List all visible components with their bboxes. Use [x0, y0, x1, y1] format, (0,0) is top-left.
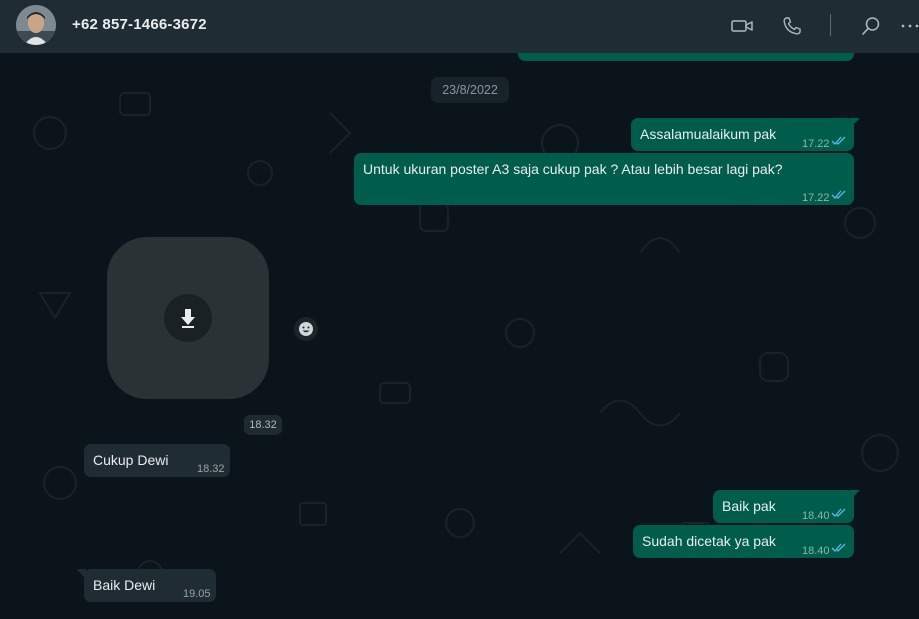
message-time: 18.40 — [802, 545, 830, 557]
message-text: Cukup Dewi — [93, 452, 169, 468]
read-receipt-icon — [831, 190, 846, 199]
media-message[interactable] — [107, 237, 269, 399]
message-bubble-incoming[interactable]: Baik Dewi 19.05 — [84, 569, 216, 602]
chat-header: +62 857-1466-3672 — [0, 0, 919, 53]
message-bubble-outgoing[interactable]: Sudah dicetak ya pak 18.40 — [633, 525, 854, 558]
message-text: Sudah dicetak ya pak — [642, 533, 776, 549]
message-time: 18.32 — [197, 463, 225, 475]
bubble-tail — [850, 118, 860, 128]
message-text: Assalamualaikum pak — [640, 126, 777, 142]
video-call-icon[interactable] — [730, 14, 754, 38]
search-icon[interactable] — [859, 14, 883, 38]
contact-avatar[interactable] — [16, 5, 56, 45]
header-divider — [830, 14, 831, 36]
bubble-tail — [850, 490, 860, 500]
voice-call-icon[interactable] — [780, 14, 804, 38]
message-bubble-incoming[interactable]: Cukup Dewi 18.32 — [84, 444, 230, 477]
message-time: 18.40 — [802, 510, 830, 522]
message-bubble-outgoing[interactable]: Baik pak 18.40 — [713, 490, 854, 523]
date-separator: 23/8/2022 — [431, 77, 509, 103]
message-text: Untuk ukuran poster A3 saja cukup pak ? … — [363, 161, 783, 177]
react-emoji-icon[interactable] — [294, 317, 318, 341]
read-receipt-icon — [831, 508, 846, 517]
read-receipt-icon — [831, 543, 846, 552]
message-bubble-outgoing[interactable]: Assalamualaikum pak 17.22 — [631, 118, 854, 151]
message-time: 17.22 — [802, 192, 830, 204]
message-bubble-outgoing[interactable]: Untuk ukuran poster A3 saja cukup pak ? … — [354, 153, 854, 205]
message-time: 19.05 — [183, 588, 211, 600]
contact-name[interactable]: +62 857-1466-3672 — [72, 16, 207, 33]
menu-icon[interactable] — [898, 14, 919, 38]
message-text: Baik pak — [722, 498, 776, 514]
chat-area[interactable]: 23/8/2022 Assalamualaikum pak 17.22 Untu… — [0, 53, 919, 619]
message-time: 17.22 — [802, 138, 830, 150]
download-icon — [181, 309, 195, 328]
read-receipt-icon — [831, 136, 846, 145]
media-time: 18.32 — [244, 415, 282, 435]
download-button[interactable] — [164, 294, 212, 342]
message-text: Baik Dewi — [93, 577, 156, 593]
previous-message-bubble[interactable] — [518, 53, 854, 61]
